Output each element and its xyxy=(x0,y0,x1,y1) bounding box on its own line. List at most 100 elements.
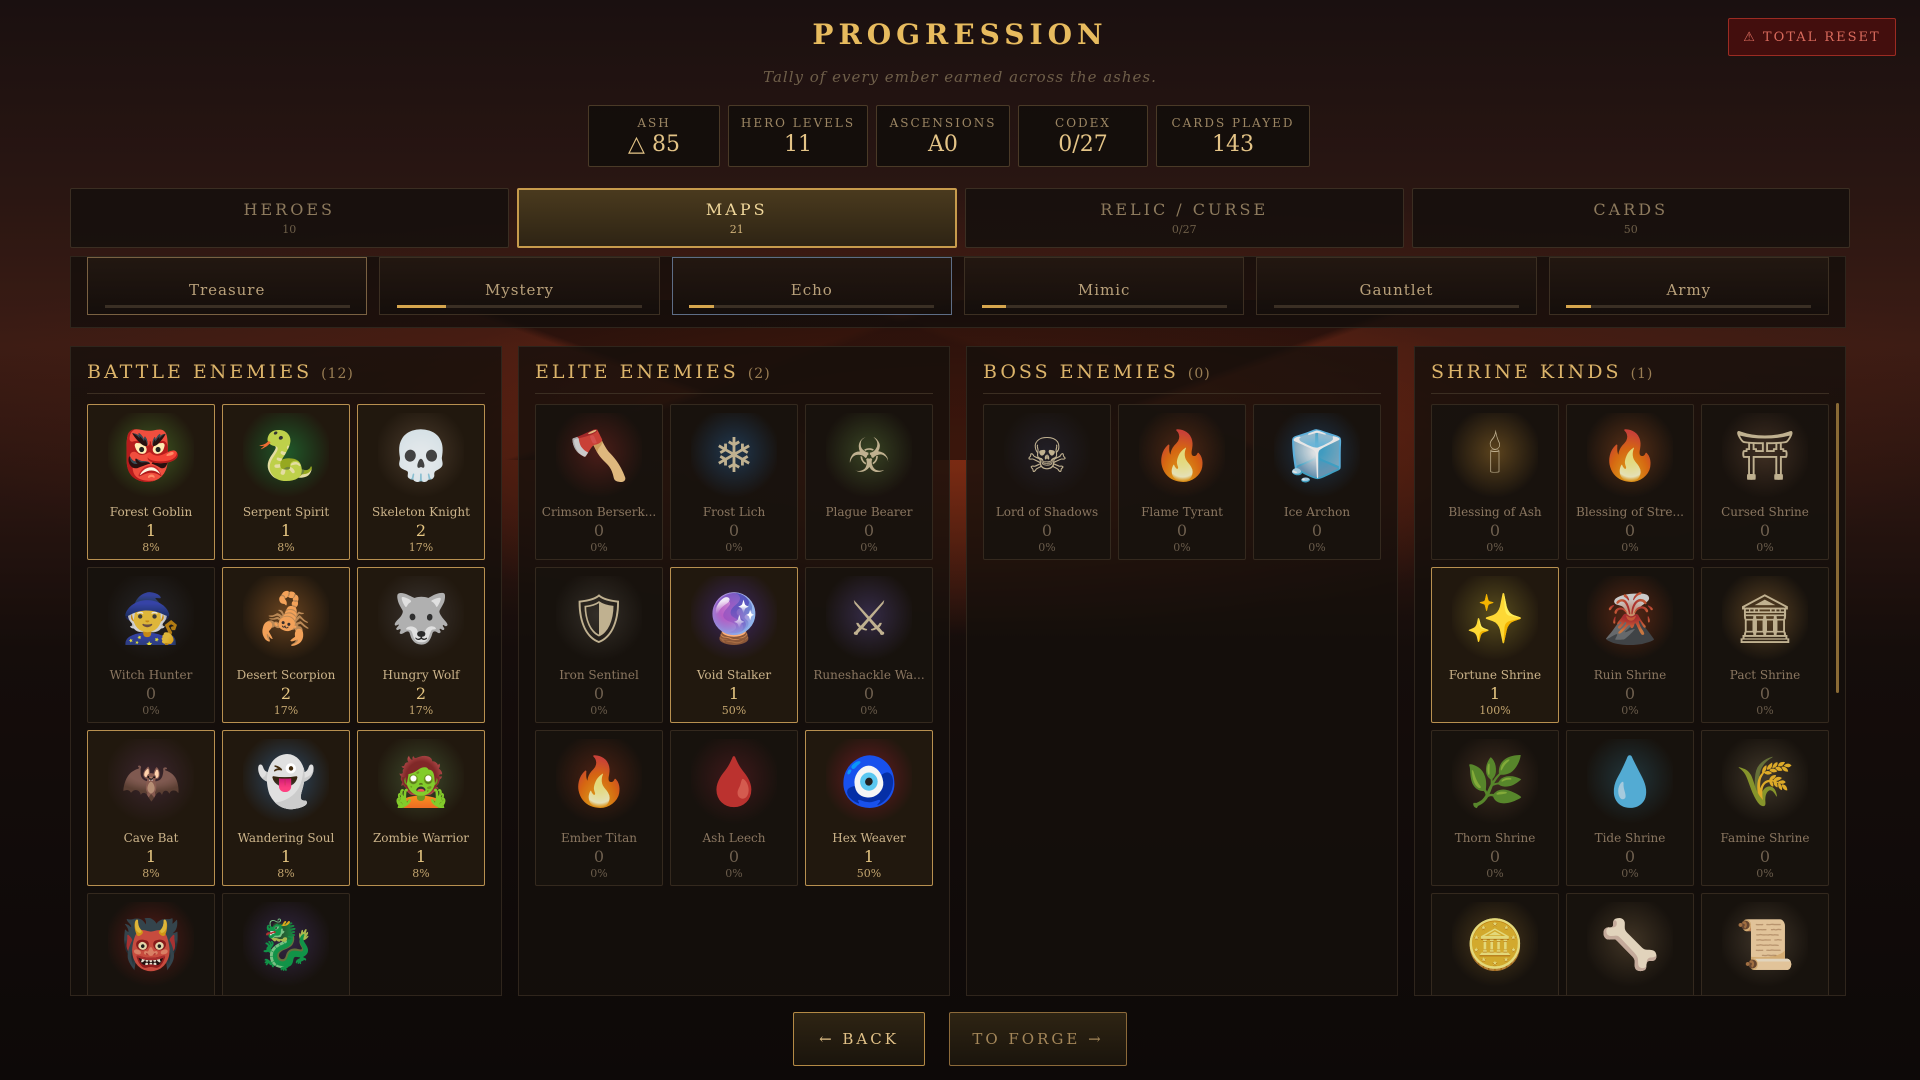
enemy-card[interactable]: 🪙 Coin Altar xyxy=(1431,893,1559,995)
card-count: 0 xyxy=(1489,521,1501,540)
card-count: 1 xyxy=(863,847,875,866)
card-percent: 17% xyxy=(408,541,434,554)
stat-value: 11 xyxy=(784,131,812,157)
card-count: 2 xyxy=(415,684,427,703)
stat-codex: CODEX 0/27 xyxy=(1018,105,1148,167)
enemy-card[interactable]: ☠ Lord of Shadows 0 0% xyxy=(983,404,1111,560)
card-name: Tide Shrine xyxy=(1594,831,1666,845)
card-name: Hex Weaver xyxy=(832,831,906,845)
stat-label: HERO LEVELS xyxy=(740,115,856,130)
column-title: SHRINE KINDS (1) xyxy=(1431,361,1829,394)
enemy-card[interactable]: 🛡 Iron Sentinel 0 0% xyxy=(535,567,663,723)
card-name: Bone Vault xyxy=(1570,994,1690,995)
portrait-icon: 🪓 xyxy=(556,413,642,499)
map-card-echo[interactable]: Echo xyxy=(671,257,952,315)
card-name: Famine Shrine xyxy=(1720,831,1810,845)
map-card-army[interactable]: Army xyxy=(1548,257,1829,315)
enemy-card[interactable]: 🔥 Ember Titan 0 0% xyxy=(535,730,663,886)
card-name: Pact Shrine xyxy=(1729,668,1801,682)
card-name: Witch Hunter xyxy=(109,668,193,682)
scrollbar[interactable] xyxy=(1836,403,1839,693)
enemy-card[interactable]: ❄ Frost Lich 0 0% xyxy=(670,404,798,560)
card-name: Serpent Spirit xyxy=(242,505,330,519)
map-type-strip: Treasure Mystery Echo Mimic Gauntlet Arm… xyxy=(70,256,1846,328)
card-count: 0 xyxy=(863,521,875,540)
stat-hero-levels: HERO LEVELS 11 xyxy=(728,105,868,167)
enemy-card[interactable]: 🧙 Witch Hunter 0 0% xyxy=(87,567,215,723)
card-name: Ember Titan xyxy=(560,831,638,845)
tab-maps[interactable]: MAPS 21 xyxy=(516,188,957,248)
enemy-card[interactable]: 🔥 Flame Tyrant 0 0% xyxy=(1118,404,1246,560)
enemy-card[interactable]: 👹 Enraged Ogre xyxy=(87,893,215,995)
enemy-card[interactable]: 🧊 Ice Archon 0 0% xyxy=(1253,404,1381,560)
column-count: (1) xyxy=(1630,366,1654,382)
column-title: ELITE ENEMIES (2) xyxy=(535,361,933,394)
card-count: 0 xyxy=(1759,847,1771,866)
enemy-card[interactable]: 🩸 Ash Leech 0 0% xyxy=(670,730,798,886)
map-name: Army xyxy=(1666,281,1712,299)
portrait-icon: 📜 xyxy=(1722,902,1808,988)
portrait-icon: 🦇 xyxy=(108,739,194,825)
map-card-treasure[interactable]: Treasure xyxy=(87,257,368,315)
to-forge-button[interactable]: TO FORGE → xyxy=(949,1012,1127,1066)
map-progress-bar xyxy=(397,305,642,308)
enemy-card[interactable]: 🌿 Thorn Shrine 0 0% xyxy=(1431,730,1559,886)
enemy-card[interactable]: 🐍 Serpent Spirit 1 8% xyxy=(222,404,350,560)
card-percent: 0% xyxy=(1621,867,1639,880)
column-title-text: BOSS ENEMIES xyxy=(983,361,1179,383)
card-name: Zombie Warrior xyxy=(372,831,470,845)
tab-relic-curse[interactable]: RELIC / CURSE 0/27 xyxy=(965,188,1404,248)
map-progress-fill xyxy=(689,305,714,308)
footer-actions: ← BACK TO FORGE → xyxy=(0,1012,1920,1066)
map-card-mystery[interactable]: Mystery xyxy=(379,257,660,315)
enemy-card[interactable]: 🦇 Cave Bat 1 8% xyxy=(87,730,215,886)
card-name: Forest Goblin xyxy=(109,505,193,519)
enemy-card[interactable]: 🪓 Crimson Berserk... 0 0% xyxy=(535,404,663,560)
card-name: Thorn Shrine xyxy=(1454,831,1536,845)
tab-label: MAPS xyxy=(705,200,768,219)
enemy-card[interactable]: 💧 Tide Shrine 0 0% xyxy=(1566,730,1694,886)
portrait-icon: 🔮 xyxy=(691,576,777,662)
enemy-card[interactable]: ⚔ Runeshackle Wa... 0 0% xyxy=(805,567,933,723)
enemy-card[interactable]: 🐺 Hungry Wolf 2 17% xyxy=(357,567,485,723)
enemy-card[interactable]: ⛩ Cursed Shrine 0 0% xyxy=(1701,404,1829,560)
enemy-card[interactable]: 🏛 Pact Shrine 0 0% xyxy=(1701,567,1829,723)
enemy-card[interactable]: 🦂 Desert Scorpion 2 17% xyxy=(222,567,350,723)
tab-label: HEROES xyxy=(243,200,335,219)
total-reset-button[interactable]: ⚠ TOTAL RESET xyxy=(1728,18,1896,56)
card-name: Hungry Wolf xyxy=(382,668,460,682)
enemy-card[interactable]: 🦴 Bone Vault xyxy=(1566,893,1694,995)
card-name: Desert Scorpion xyxy=(236,668,336,682)
back-button[interactable]: ← BACK xyxy=(793,1012,925,1066)
enemy-card[interactable]: 🔥 Blessing of Stre... 0 0% xyxy=(1566,404,1694,560)
card-name: Crimson Berserk... xyxy=(541,505,657,519)
tab-count: 0/27 xyxy=(1171,223,1197,236)
portrait-icon: 👻 xyxy=(243,739,329,825)
map-card-gauntlet[interactable]: Gauntlet xyxy=(1256,257,1537,315)
enemy-card[interactable]: 🧿 Hex Weaver 1 50% xyxy=(805,730,933,886)
card-count: 1 xyxy=(280,847,292,866)
map-progress-bar xyxy=(1274,305,1519,308)
tab-cards[interactable]: CARDS 50 xyxy=(1411,188,1850,248)
tab-heroes[interactable]: HEROES 10 xyxy=(70,188,509,248)
enemy-card[interactable]: ✨ Fortune Shrine 1 100% xyxy=(1431,567,1559,723)
card-name: Void Stalker xyxy=(696,668,772,682)
portrait-icon: 🦴 xyxy=(1587,902,1673,988)
enemy-card[interactable]: ☣ Plague Bearer 0 0% xyxy=(805,404,933,560)
card-grid: 👺 Forest Goblin 1 8% 🐍 Serpent Spirit 1 8% 💀 Skel… xyxy=(87,404,485,995)
enemy-card[interactable]: 👻 Wandering Soul 1 8% xyxy=(222,730,350,886)
card-grid: 🪓 Crimson Berserk... 0 0% ❄ Frost Lich 0 0% ☣ Pla… xyxy=(535,404,933,886)
enemy-card[interactable]: 🔮 Void Stalker 1 50% xyxy=(670,567,798,723)
card-count: 0 xyxy=(1759,521,1771,540)
enemy-card[interactable]: 🌾 Famine Shrine 0 0% xyxy=(1701,730,1829,886)
tab-label: CARDS xyxy=(1593,200,1669,219)
enemy-card[interactable]: 🌋 Ruin Shrine 0 0% xyxy=(1566,567,1694,723)
enemy-card[interactable]: 🧟 Zombie Warrior 1 8% xyxy=(357,730,485,886)
enemy-card[interactable]: 📜 Memory Shrine xyxy=(1701,893,1829,995)
card-count: 0 xyxy=(728,521,740,540)
enemy-card[interactable]: 🐉 Shadow Dragon xyxy=(222,893,350,995)
map-card-mimic[interactable]: Mimic xyxy=(963,257,1245,315)
enemy-card[interactable]: 💀 Skeleton Knight 2 17% xyxy=(357,404,485,560)
enemy-card[interactable]: 🕯 Blessing of Ash 0 0% xyxy=(1431,404,1559,560)
enemy-card[interactable]: 👺 Forest Goblin 1 8% xyxy=(87,404,215,560)
